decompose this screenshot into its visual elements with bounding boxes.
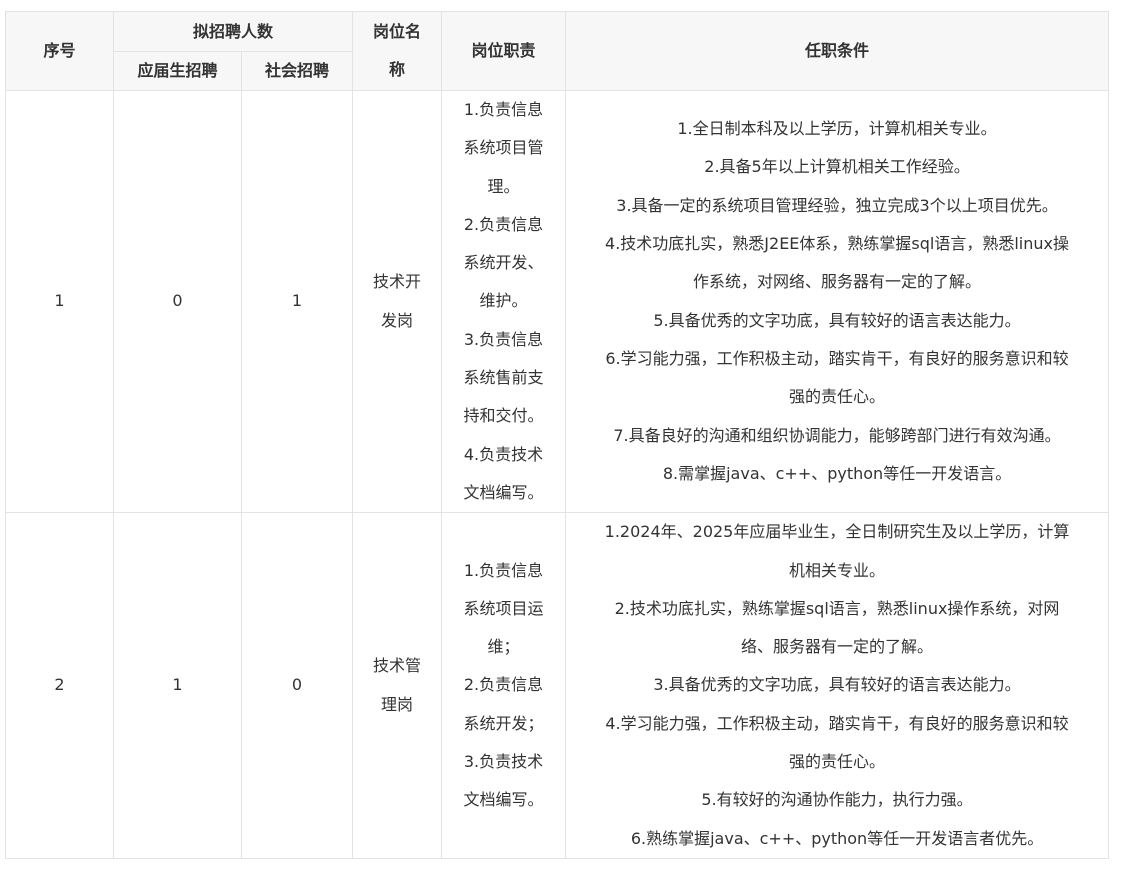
header-position-name: 岗位名 称 <box>352 11 443 91</box>
position-line: 发岗 <box>381 310 414 330</box>
duty-line: 文档编写。 <box>463 790 544 810</box>
header-position-name-line-1: 岗位名 <box>373 22 422 41</box>
cell-social: 1 <box>240 89 354 514</box>
header-requirements: 任职条件 <box>565 11 1110 91</box>
duty-line: 3.负责信息 <box>463 329 544 349</box>
requirement-line: 2.技术功底扎实，熟练掌握sql语言，熟悉linux操作系统，对网 <box>614 598 1060 618</box>
header-fresh: 应届生招聘 <box>113 51 242 91</box>
requirement-line: 4.技术功底扎实，熟悉J2EE体系，熟练掌握sql语言，熟悉linux操 <box>605 234 1069 254</box>
header-duties: 岗位职责 <box>441 11 567 91</box>
position-line: 技术管 <box>373 656 422 676</box>
position-line: 理岗 <box>381 694 414 714</box>
header-position-name-line-2: 称 <box>389 60 406 79</box>
requirement-line: 4.学习能力强，工作积极主动，踏实肯干，有良好的服务意识和较 <box>605 713 1069 733</box>
duty-line: 系统项目运 <box>463 598 544 618</box>
cell-duties: 1.负责信息 系统项目管 理。 2.负责信息 系统开发、 维护。 3.负责信息 … <box>441 89 567 514</box>
cell-fresh: 1 <box>113 512 242 859</box>
requirement-line: 6.熟练掌握java、c++、python等任一开发语言者优先。 <box>630 828 1044 848</box>
requirement-line: 1.2024年、2025年应届毕业生，全日制研究生及以上学历，计算 <box>604 522 1070 542</box>
duty-line: 维； <box>487 637 520 657</box>
header-row-1: 序号 拟招聘人数 岗位名 称 岗位职责 任职条件 <box>5 11 1110 91</box>
requirement-line: 3.具备优秀的文字功底，具有较好的语言表达能力。 <box>653 675 1021 695</box>
header-seq: 序号 <box>5 11 114 91</box>
duty-line: 理。 <box>487 176 520 196</box>
duty-line: 系统售前支 <box>463 368 544 388</box>
requirement-line: 5.有较好的沟通协作能力，执行力强。 <box>701 790 973 810</box>
duty-line: 2.负责信息 <box>463 675 544 695</box>
cell-seq: 1 <box>5 89 114 514</box>
duty-line: 系统开发、 <box>463 253 544 273</box>
requirement-line: 强的责任心。 <box>789 752 886 772</box>
cell-duties: 1.负责信息 系统项目运 维； 2.负责信息 系统开发； 3.负责技术 文档编写… <box>441 512 567 859</box>
requirement-line: 作系统，对网络、服务器有一定的了解。 <box>693 272 982 292</box>
duty-line: 持和交付。 <box>463 406 544 426</box>
requirement-line: 3.具备一定的系统项目管理经验，独立完成3个以上项目优先。 <box>616 195 1058 215</box>
requirement-line: 机相关专业。 <box>789 560 886 580</box>
duty-line: 文档编写。 <box>463 482 544 502</box>
duty-line: 2.负责信息 <box>463 214 544 234</box>
position-line: 技术开 <box>373 272 422 292</box>
cell-seq: 2 <box>5 512 114 859</box>
cell-requirements: 1.2024年、2025年应届毕业生，全日制研究生及以上学历，计算 机相关专业。… <box>565 512 1110 859</box>
cell-fresh: 0 <box>113 89 242 514</box>
cell-position: 技术开 发岗 <box>352 89 443 514</box>
duty-line: 4.负责技术 <box>463 444 544 464</box>
cell-requirements: 1.全日制本科及以上学历，计算机相关专业。 2.具备5年以上计算机相关工作经验。… <box>565 89 1110 514</box>
requirement-line: 5.具备优秀的文字功底，具有较好的语言表达能力。 <box>653 310 1021 330</box>
cell-social: 0 <box>240 512 354 859</box>
cell-position: 技术管 理岗 <box>352 512 443 859</box>
duty-line: 3.负责技术 <box>463 752 544 772</box>
table-row: 2 1 0 技术管 理岗 1.负责信息 系统项目运 维； 2.负责信息 系统开发… <box>5 512 1110 859</box>
requirement-line: 络、服务器有一定的了解。 <box>741 637 934 657</box>
duty-line: 1.负责信息 <box>463 100 544 119</box>
requirement-line: 2.具备5年以上计算机相关工作经验。 <box>704 157 970 177</box>
requirement-line: 强的责任心。 <box>789 387 886 407</box>
duty-line: 1.负责信息 <box>463 560 544 580</box>
duty-line: 系统开发； <box>463 713 544 733</box>
requirement-line: 8.需掌握java、c++、python等任一开发语言。 <box>662 463 1012 483</box>
duty-line: 维护。 <box>479 291 528 311</box>
table-row: 1 0 1 技术开 发岗 1.负责信息 系统项目管 理。 2.负责信息 系统开发… <box>5 89 1110 514</box>
duty-line: 系统项目管 <box>463 138 544 158</box>
recruitment-table: 序号 拟招聘人数 岗位名 称 岗位职责 任职条件 应届生招聘 社会招聘 1 0 … <box>5 11 1110 859</box>
requirement-line: 1.全日制本科及以上学历，计算机相关专业。 <box>677 119 997 139</box>
header-social: 社会招聘 <box>240 51 354 91</box>
requirement-line: 6.学习能力强，工作积极主动，踏实肯干，有良好的服务意识和较 <box>605 348 1069 368</box>
requirement-line: 7.具备良好的沟通和组织协调能力，能够跨部门进行有效沟通。 <box>613 425 1061 445</box>
header-plan-count: 拟招聘人数 <box>112 11 354 52</box>
